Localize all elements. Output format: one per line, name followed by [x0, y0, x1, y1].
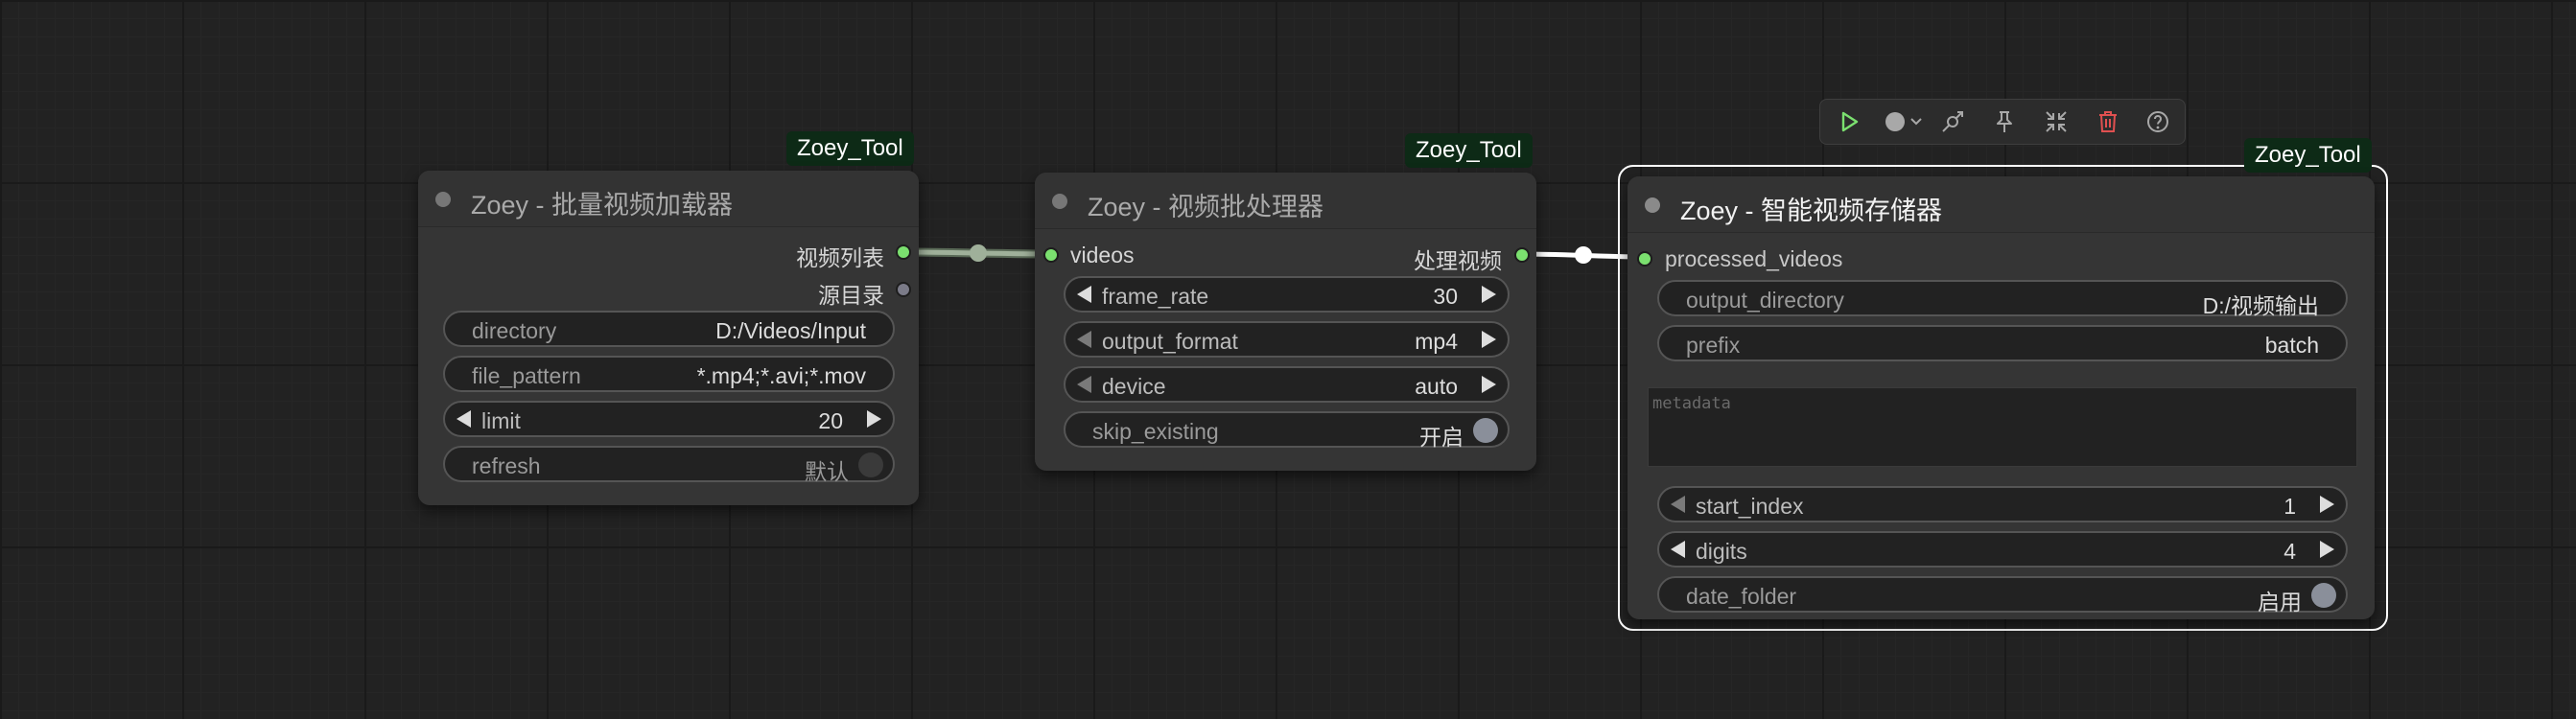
toggle-knob-icon[interactable] — [858, 452, 883, 477]
widget-skip-existing[interactable]: skip_existing 开启 — [1064, 411, 1510, 450]
decrement-arrow-icon[interactable] — [1077, 376, 1091, 393]
widget-frame-rate[interactable]: frame_rate 30 — [1064, 276, 1510, 313]
node-toolbar — [1819, 99, 2186, 145]
widget-value: batch — [2264, 333, 2319, 358]
widget-label: frame_rate — [1102, 284, 1209, 309]
widget-date-folder[interactable]: date_folder 启用 — [1657, 576, 2348, 615]
widget-refresh[interactable]: refresh 默认 — [443, 446, 895, 484]
decrement-arrow-icon[interactable] — [457, 410, 471, 428]
node-badge: Zoey_Tool — [2244, 138, 2372, 173]
increment-arrow-icon[interactable] — [1482, 331, 1496, 348]
widget-limit[interactable]: limit 20 — [443, 401, 895, 437]
bypass-icon[interactable] — [1939, 108, 1966, 135]
help-icon[interactable] — [2144, 108, 2171, 135]
link-loader-to-processor-core — [902, 249, 1053, 257]
widget-value: 开启 — [1419, 425, 1464, 450]
increment-arrow-icon[interactable] — [1482, 286, 1496, 303]
collapse-toggle[interactable] — [1052, 194, 1067, 209]
widget-file-pattern[interactable]: file_pattern *.mp4;*.avi;*.mov — [443, 356, 895, 392]
input-slot-processed-videos[interactable] — [1637, 251, 1652, 267]
widget-value: 30 — [1433, 284, 1458, 309]
output-label-processed-video: 处理视频 — [1414, 248, 1502, 273]
toggle-knob-icon[interactable] — [2311, 583, 2336, 608]
decrement-arrow-icon[interactable] — [1671, 541, 1685, 558]
widget-start-index[interactable]: start_index 1 — [1657, 486, 2348, 522]
increment-arrow-icon[interactable] — [2320, 496, 2334, 513]
link-loader-to-processor[interactable] — [902, 247, 1053, 259]
node-title: Zoey - 智能视频存储器 — [1680, 197, 1943, 225]
input-slot-videos[interactable] — [1043, 247, 1059, 263]
input-label-videos: videos — [1070, 243, 1135, 267]
node-video-batch-processor[interactable]: Zoey - 视频批处理器 videos 处理视频 frame_rate 30 … — [1035, 173, 1536, 471]
input-label-processed-videos: processed_videos — [1665, 246, 1843, 271]
widget-label: directory — [472, 318, 557, 343]
decrement-arrow-icon[interactable] — [1077, 286, 1091, 303]
output-label-video-list: 视频列表 — [796, 245, 884, 270]
widget-value: D:/Videos/Input — [715, 318, 866, 343]
widget-directory[interactable]: directory D:/Videos/Input — [443, 311, 895, 347]
widget-label: file_pattern — [472, 363, 581, 388]
output-slot-processed-video[interactable] — [1514, 247, 1530, 263]
output-label-source-dir: 源目录 — [818, 283, 884, 308]
collapse-icon[interactable] — [2043, 108, 2070, 135]
increment-arrow-icon[interactable] — [867, 410, 881, 428]
increment-arrow-icon[interactable] — [2320, 541, 2334, 558]
widget-device[interactable]: device auto — [1064, 366, 1510, 403]
widget-value: 1 — [2283, 494, 2296, 519]
node-badge: Zoey_Tool — [1405, 133, 1533, 168]
widget-label: output_format — [1102, 329, 1238, 354]
output-slot-source-dir[interactable] — [896, 282, 911, 297]
widget-output-format[interactable]: output_format mp4 — [1064, 321, 1510, 358]
widget-value: 20 — [818, 408, 843, 433]
node-header[interactable]: Zoey - 视频批处理器 — [1035, 173, 1536, 229]
widget-value: *.mp4;*.avi;*.mov — [696, 363, 866, 388]
run-icon[interactable] — [1836, 108, 1862, 135]
pin-icon[interactable] — [1991, 108, 2018, 135]
node-title: Zoey - 批量视频加载器 — [471, 191, 734, 220]
widget-output-directory[interactable]: output_directory D:/视频输出 — [1657, 280, 2348, 318]
node-smart-video-saver[interactable]: Zoey - 智能视频存储器 processed_videos output_d… — [1628, 176, 2375, 619]
node-title: Zoey - 视频批处理器 — [1088, 193, 1324, 221]
widget-label: digits — [1696, 539, 1747, 564]
widget-prefix[interactable]: prefix batch — [1657, 325, 2348, 361]
widget-label: refresh — [472, 453, 541, 478]
toggle-knob-icon[interactable] — [1473, 418, 1498, 443]
widget-label: device — [1102, 374, 1166, 399]
delete-icon[interactable] — [2095, 108, 2121, 135]
widget-value: 4 — [2283, 539, 2296, 564]
widget-value: 启用 — [2258, 590, 2302, 615]
widget-label: skip_existing — [1092, 419, 1219, 444]
link-midpoint-handle[interactable] — [970, 244, 987, 262]
output-slot-video-list[interactable] — [896, 244, 911, 260]
widget-value: auto — [1415, 374, 1458, 399]
collapse-toggle[interactable] — [1645, 197, 1660, 213]
widget-value: 默认 — [805, 459, 849, 484]
link-midpoint-handle[interactable] — [1575, 246, 1592, 264]
widget-value: D:/视频输出 — [2202, 293, 2319, 318]
widget-value: mp4 — [1415, 329, 1458, 354]
widget-label: prefix — [1686, 333, 1741, 358]
widget-label: output_directory — [1686, 288, 1844, 313]
widget-label: limit — [481, 408, 521, 433]
metadata-textarea[interactable]: metadata — [1648, 387, 2357, 467]
node-batch-video-loader[interactable]: Zoey - 批量视频加载器 视频列表 源目录 directory D:/Vid… — [418, 171, 919, 505]
decrement-arrow-icon[interactable] — [1671, 496, 1685, 513]
decrement-arrow-icon[interactable] — [1077, 331, 1091, 348]
node-header[interactable]: Zoey - 智能视频存储器 — [1628, 176, 2375, 233]
widget-label: date_folder — [1686, 584, 1797, 609]
widget-digits[interactable]: digits 4 — [1657, 531, 2348, 568]
color-picker-icon[interactable] — [1884, 108, 1926, 135]
node-badge: Zoey_Tool — [786, 131, 914, 166]
increment-arrow-icon[interactable] — [1482, 376, 1496, 393]
node-header[interactable]: Zoey - 批量视频加载器 — [418, 171, 919, 227]
collapse-toggle[interactable] — [435, 192, 451, 207]
widget-label: start_index — [1696, 494, 1804, 519]
